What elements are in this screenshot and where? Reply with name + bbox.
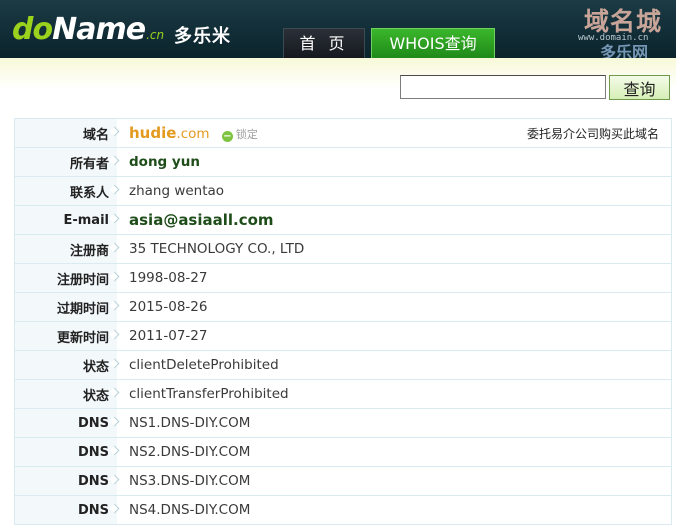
updated-date-value: 2011-07-27 [117,321,672,351]
lock-icon: − [221,131,233,142]
registrar-value: 35 TECHNOLOGY CO., LTD [117,234,672,264]
status-value: clientDeleteProhibited [117,350,672,380]
logo-suffix: .cn [146,28,165,42]
table-row: 所有者 dong yun [14,147,672,177]
field-label: 状态 [14,379,117,409]
table-row: 联系人 zhang wentao [14,176,672,206]
site-header: doName.cn 多乐米 首 页 WHOIS查询 域名城 www.domain… [0,0,676,58]
table-row: 注册时间 1998-08-27 [14,263,672,293]
field-label: DNS [14,495,117,525]
table-row: 更新时间 2011-07-27 [14,321,672,351]
whois-search-button[interactable]: 查询 [609,75,670,100]
dns-value: NS1.DNS-DIY.COM [117,408,672,438]
lock-label: 锁定 [235,128,258,141]
domain-name: hudie [129,124,177,142]
lock-status: − 锁定 [221,126,258,142]
domain-tld: .com [176,126,210,142]
field-label: 所有者 [14,147,117,177]
table-row: E-mail asia@asiaall.com [14,205,672,235]
site-logo[interactable]: doName.cn [12,12,164,48]
dns-value: NS4.DNS-DIY.COM [117,495,672,525]
table-row: 过期时间 2015-08-26 [14,292,672,322]
entrust-purchase-link[interactable]: 委托易介公司购买此域名 [527,125,659,142]
watermark-subtitle: 多乐网 [600,43,649,58]
table-row: DNS NS3.DNS-DIY.COM [14,466,672,496]
whois-result-table: 域名 hudie.com − 锁定 委托易介公司购买此域名 所有者 dong yu… [14,118,672,525]
table-row: 注册商 35 TECHNOLOGY CO., LTD [14,234,672,264]
logo-main-text: Name [52,12,146,47]
field-label: DNS [14,408,117,438]
field-label: DNS [14,437,117,467]
owner-value: dong yun [129,154,200,170]
field-label: 过期时间 [14,292,117,322]
table-row: DNS NS2.DNS-DIY.COM [14,437,672,467]
field-label: 状态 [14,350,117,380]
field-label: E-mail [14,205,117,235]
domain-cell: hudie.com − 锁定 委托易介公司购买此域名 [117,118,672,148]
table-row: 域名 hudie.com − 锁定 委托易介公司购买此域名 [14,118,672,148]
status-value: clientTransferProhibited [117,379,672,409]
field-label: 域名 [14,118,117,148]
field-label: DNS [14,466,117,496]
table-row: 状态 clientTransferProhibited [14,379,672,409]
nav-tab-whois[interactable]: WHOIS查询 [371,28,495,58]
email-value: asia@asiaall.com [129,211,274,229]
field-label: 注册时间 [14,263,117,293]
nav-tab-home[interactable]: 首 页 [283,28,365,58]
logo-prefix: do [12,12,53,47]
expiry-date-value: 2015-08-26 [117,292,672,322]
table-row: DNS NS1.DNS-DIY.COM [14,408,672,438]
dns-value: NS2.DNS-DIY.COM [117,437,672,467]
dns-value: NS3.DNS-DIY.COM [117,466,672,496]
field-label: 注册商 [14,234,117,264]
field-label: 联系人 [14,176,117,206]
logo-wordmark: doName [12,12,146,47]
watermark-logo: 域名城 www.domain.cn 多乐网 [578,2,674,58]
whois-search-input[interactable] [400,75,606,99]
registered-date-value: 1998-08-27 [117,263,672,293]
table-row: 状态 clientDeleteProhibited [14,350,672,380]
table-row: DNS NS4.DNS-DIY.COM [14,495,672,525]
logo-chinese-name: 多乐米 [174,26,231,47]
contact-value: zhang wentao [117,176,672,206]
field-label: 更新时间 [14,321,117,351]
